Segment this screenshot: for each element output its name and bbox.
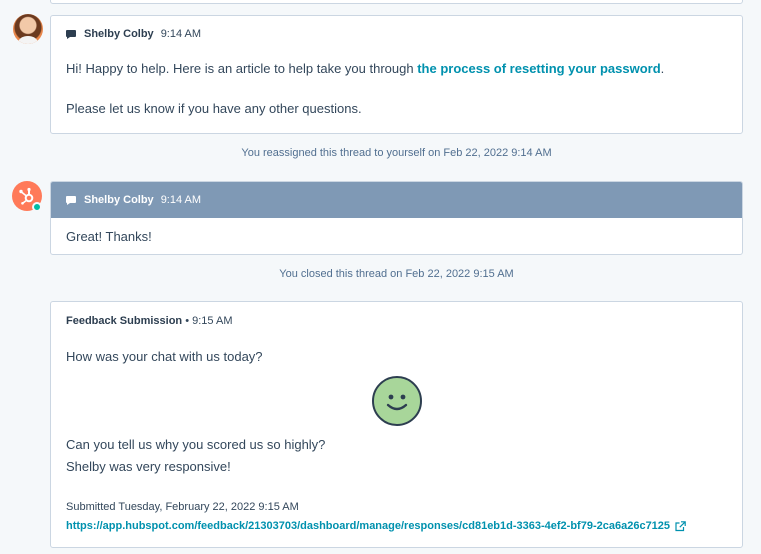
sender-name[interactable]: Shelby Colby — [84, 194, 154, 206]
message-header: Shelby Colby 9:14 AM — [51, 16, 742, 52]
chat-icon — [66, 195, 76, 205]
feedback-title: Feedback Submission — [66, 315, 183, 327]
message-text-end: . — [660, 61, 665, 76]
message-text-line2: Please let us know if you have any other… — [66, 101, 362, 116]
avatar-shoulders — [18, 36, 38, 44]
feedback-answer: Shelby was very responsive! — [66, 459, 231, 474]
feedback-header: Feedback Submission • 9:15 AM — [66, 315, 232, 327]
smiley-face-icon — [372, 376, 422, 426]
event-reassigned: You reassigned this thread to yourself o… — [241, 147, 552, 159]
feedback-time: • 9:15 AM — [185, 315, 233, 327]
feedback-link-row: https://app.hubspot.com/feedback/2130370… — [66, 520, 686, 532]
online-status-dot — [32, 202, 42, 212]
feedback-card: Feedback Submission • 9:15 AM How was yo… — [50, 301, 743, 548]
article-link[interactable]: the process of resetting your password — [417, 61, 660, 76]
message-card-selected: Shelby Colby 9:14 AM Great! Thanks! — [50, 181, 743, 255]
message-card: Shelby Colby 9:14 AM Hi! Happy to help. … — [50, 15, 743, 134]
message-body: Great! Thanks! — [66, 229, 152, 244]
message-body: Hi! Happy to help. Here is an article to… — [51, 59, 742, 79]
message-time: 9:14 AM — [160, 28, 202, 40]
message-time: 9:14 AM — [160, 194, 202, 206]
sender-name[interactable]: Shelby Colby — [84, 28, 154, 40]
previous-message-card — [50, 0, 743, 4]
message-text: Hi! Happy to help. Here is an article to… — [66, 61, 418, 76]
feedback-response-link[interactable]: https://app.hubspot.com/feedback/2130370… — [66, 520, 670, 532]
external-link-icon[interactable] — [675, 520, 686, 532]
agent-avatar[interactable] — [13, 14, 43, 44]
event-closed: You closed this thread on Feb 22, 2022 9… — [279, 268, 514, 280]
chat-icon — [66, 29, 76, 39]
submitted-date: Submitted Tuesday, February 22, 2022 9:1… — [66, 501, 299, 513]
feedback-question-2: Can you tell us why you scored us so hig… — [66, 437, 326, 452]
conversation-thread: Shelby Colby 9:14 AM Hi! Happy to help. … — [0, 0, 761, 554]
feedback-question-1: How was your chat with us today? — [66, 349, 263, 364]
message-header: Shelby Colby 9:14 AM — [51, 182, 742, 218]
